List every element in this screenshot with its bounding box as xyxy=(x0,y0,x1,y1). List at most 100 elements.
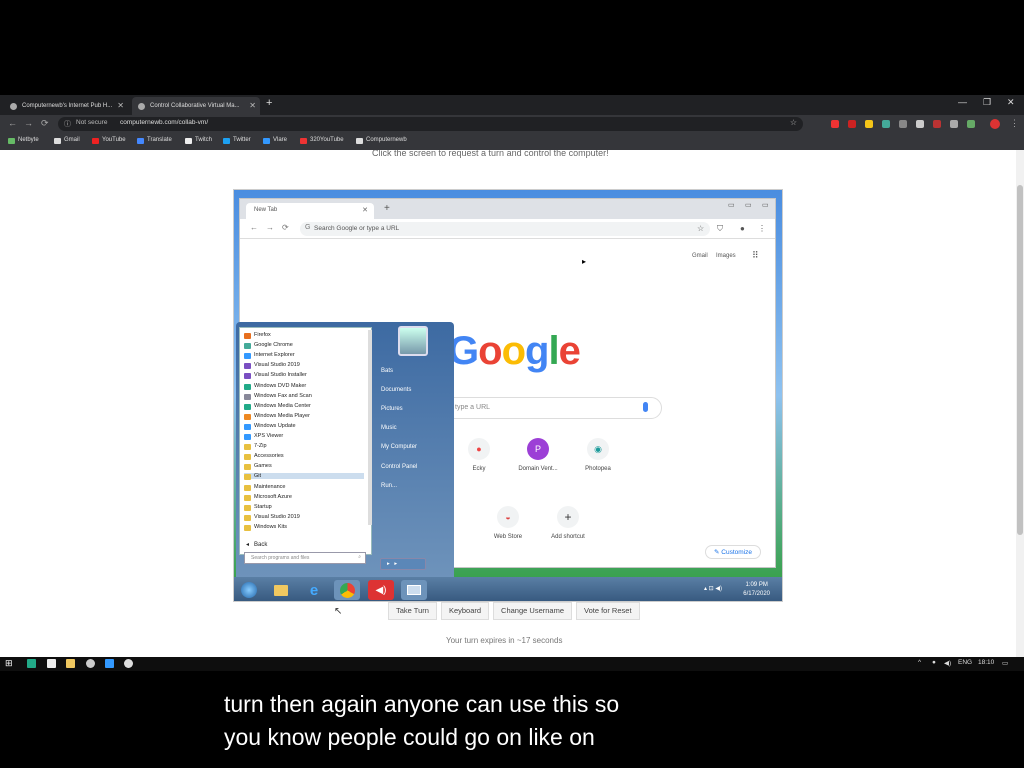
chrome-icon[interactable] xyxy=(86,659,95,668)
start-program-item[interactable]: Windows Kits xyxy=(244,524,287,531)
menu-icon[interactable]: ⋮ xyxy=(758,224,766,233)
close-icon[interactable]: ✕ xyxy=(362,206,368,214)
new-tab-button[interactable]: + xyxy=(266,97,272,109)
take-turn-button[interactable]: Take Turn xyxy=(388,602,437,620)
reload-icon[interactable]: ⟳ xyxy=(41,118,49,129)
bookmark-gmail[interactable]: Gmail xyxy=(54,137,80,144)
start-program-item[interactable]: Visual Studio Installer xyxy=(244,372,307,380)
tab-computernewb[interactable]: Computernewb's Internet Pub H... ✕ xyxy=(4,97,128,115)
start-program-item[interactable]: Firefox xyxy=(244,332,271,339)
bookmark-vlare[interactable]: Vlare xyxy=(263,137,287,144)
vm-omnibox[interactable]: G Search Google or type a URL xyxy=(300,222,710,236)
vote-reset-button[interactable]: Vote for Reset xyxy=(576,602,640,620)
windows-start-icon[interactable]: ⊞ xyxy=(5,658,13,669)
forward-icon[interactable]: → xyxy=(24,118,33,128)
vm-clock[interactable]: 1:09 PM 6/17/2020 xyxy=(743,581,770,599)
bookmark-youtube[interactable]: YouTube xyxy=(92,137,126,144)
close-icon[interactable]: ✕ xyxy=(117,97,124,115)
scrollbar-thumb[interactable] xyxy=(1017,185,1023,535)
tab-collab-vm[interactable]: Control Collaborative Virtual Ma... ✕ xyxy=(132,97,260,115)
info-icon[interactable]: ⓘ xyxy=(64,119,71,129)
star-icon[interactable]: ☆ xyxy=(790,118,797,127)
bookmark-twitch[interactable]: Twitch xyxy=(185,137,212,144)
start-program-item[interactable]: Windows DVD Maker xyxy=(244,383,306,390)
mic-icon[interactable] xyxy=(643,402,648,412)
gmail-link[interactable]: Gmail xyxy=(692,253,708,259)
language-indicator[interactable]: ENG xyxy=(958,659,972,666)
start-link-run[interactable]: Run... xyxy=(381,483,397,489)
close-window-icon[interactable]: ✕ xyxy=(1007,97,1015,108)
start-program-item[interactable]: XPS Viewer xyxy=(244,433,283,440)
start-program-item[interactable]: 7-Zip xyxy=(244,443,267,451)
media-icon[interactable]: ◀) xyxy=(368,580,394,600)
computer-icon[interactable] xyxy=(401,580,427,600)
minimize-icon[interactable]: — xyxy=(958,97,967,107)
reload-icon[interactable]: ⟳ xyxy=(282,223,289,232)
start-program-item[interactable]: Visual Studio 2019 xyxy=(244,514,300,521)
star-icon[interactable]: ☆ xyxy=(697,224,704,233)
extension-icon[interactable] xyxy=(865,120,873,128)
menu-icon[interactable]: ⋮ xyxy=(1010,118,1019,129)
start-program-item[interactable]: Visual Studio 2019 xyxy=(244,362,300,370)
start-program-item[interactable]: Windows Media Center xyxy=(244,403,311,410)
account-icon[interactable]: ● xyxy=(740,224,745,233)
start-link-documents[interactable]: Documents xyxy=(381,387,411,393)
start-link-my-computer[interactable]: My Computer xyxy=(381,444,417,450)
close-icon[interactable]: ✕ xyxy=(249,97,256,115)
back-icon[interactable]: ← xyxy=(250,223,258,232)
keyboard-button[interactable]: Keyboard xyxy=(440,602,490,620)
tray-chevron-icon[interactable]: ^ xyxy=(918,659,921,666)
address-bar[interactable]: ⓘ Not secure computernewb.com/collab-vm/… xyxy=(58,117,803,131)
file-explorer-icon[interactable] xyxy=(66,659,75,668)
forward-icon[interactable]: → xyxy=(266,223,274,232)
bookmark-translate[interactable]: Translate xyxy=(137,137,172,144)
taskbar-app-icon[interactable] xyxy=(27,659,36,668)
apps-grid-icon[interactable]: ⠿ xyxy=(752,250,759,261)
start-program-item[interactable]: Accessories xyxy=(244,453,284,461)
extension-icon[interactable] xyxy=(882,120,890,128)
extension-icon[interactable] xyxy=(899,120,907,128)
google-search-box[interactable]: type a URL xyxy=(432,397,662,419)
start-program-item[interactable]: Windows Fax and Scan xyxy=(244,393,312,400)
restore-icon[interactable]: ❐ xyxy=(983,97,991,108)
extension-icon[interactable] xyxy=(831,120,839,128)
start-program-item[interactable]: Games xyxy=(244,463,272,471)
page-scrollbar[interactable] xyxy=(1016,150,1024,657)
start-link-music[interactable]: Music xyxy=(381,425,397,431)
scrollbar[interactable] xyxy=(368,330,372,525)
chrome-icon[interactable] xyxy=(334,580,360,600)
customize-button[interactable]: ✎ Customize xyxy=(705,545,761,559)
start-program-item[interactable]: Git xyxy=(244,473,364,481)
shortcut-photopea[interactable]: ◉ Photopea xyxy=(568,438,628,472)
start-search-input[interactable]: Search programs and files ⌕ xyxy=(244,552,366,564)
taskbar-app-icon[interactable] xyxy=(47,659,56,668)
start-program-item[interactable]: Internet Explorer xyxy=(244,352,295,360)
extension-icon[interactable] xyxy=(967,120,975,128)
vm-new-tab-button[interactable]: + xyxy=(384,203,390,214)
extension-icon[interactable] xyxy=(950,120,958,128)
bookmark-computernewb[interactable]: Computernewb xyxy=(356,137,407,144)
images-link[interactable]: Images xyxy=(716,253,736,259)
shortcut-domain-vent[interactable]: P Domain Vent... xyxy=(508,438,568,472)
start-program-item[interactable]: Windows Media Player xyxy=(244,413,310,420)
change-username-button[interactable]: Change Username xyxy=(493,602,572,620)
back-button[interactable]: ◂ Back xyxy=(246,541,267,548)
start-program-item[interactable]: Maintenance xyxy=(244,484,286,491)
taskbar-app-icon[interactable] xyxy=(124,659,133,668)
bookmark-netbyte[interactable]: Netbyte xyxy=(8,137,39,144)
volume-icon[interactable]: ◀) xyxy=(944,659,951,667)
vm-close-icon[interactable]: ▭ xyxy=(762,201,769,209)
taskbar-app-icon[interactable] xyxy=(105,659,114,668)
vm-restore-icon[interactable]: ▭ xyxy=(745,201,752,209)
vm-tab-new-tab[interactable]: New Tab ✕ xyxy=(246,203,374,219)
vm-minimize-icon[interactable]: ▭ xyxy=(728,201,735,209)
start-program-item[interactable]: Google Chrome xyxy=(244,342,293,350)
mic-icon[interactable]: ● xyxy=(932,659,936,666)
explorer-icon[interactable] xyxy=(268,580,294,600)
internet-explorer-icon[interactable]: e xyxy=(301,580,327,600)
start-link-control-panel[interactable]: Control Panel xyxy=(381,464,417,470)
shortcut-add[interactable]: + Add shortcut xyxy=(538,506,598,540)
start-program-item[interactable]: Startup xyxy=(244,504,272,511)
host-clock[interactable]: 18:10 xyxy=(978,659,994,666)
extension-icon[interactable] xyxy=(933,120,941,128)
